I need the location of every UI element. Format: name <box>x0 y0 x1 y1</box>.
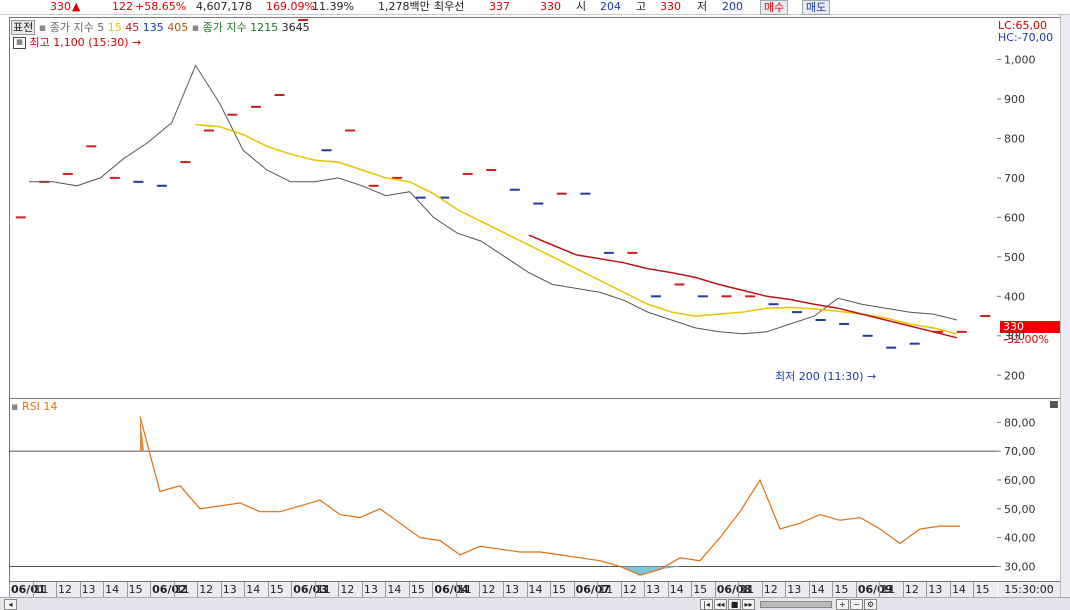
hour-label: 11 <box>34 583 49 596</box>
next-page-icon[interactable]: ▸▸ <box>742 599 755 610</box>
chart-footer: ◂ |◂ ◂◂ ■ ▸▸ + − ⚙ <box>0 597 1070 610</box>
axis-separator <box>314 582 316 597</box>
axis-separator <box>150 582 152 597</box>
hour-label: 15 <box>269 583 284 596</box>
time-axis-current: 15:30:00 <box>998 581 1060 597</box>
rsi-chart-svg: 30,00 40,00 50,00 60,00 70,00 80,00 <box>9 416 1036 576</box>
hour-label: 15 <box>128 583 143 596</box>
hour-label: 14 <box>105 583 120 596</box>
hour-label: 12 <box>58 583 73 596</box>
axis-separator <box>9 582 10 597</box>
prev-page-icon[interactable]: ◂◂ <box>714 599 727 610</box>
vertical-scrollbar[interactable] <box>1060 15 1070 602</box>
axis-separator <box>832 582 834 597</box>
hour-label: 14 <box>669 583 684 596</box>
hour-label: 12 <box>340 583 355 596</box>
hour-label: 12 <box>904 583 919 596</box>
axis-separator <box>714 582 716 597</box>
hour-label: 14 <box>810 583 825 596</box>
axis-separator <box>79 582 81 597</box>
hour-label: 14 <box>246 583 261 596</box>
hour-label: 12 <box>622 583 637 596</box>
rsi-tick-label: 70,00 <box>1004 445 1036 458</box>
axis-separator <box>244 582 246 597</box>
axis-separator <box>667 582 669 597</box>
hour-label: 12 <box>199 583 214 596</box>
hour-label: 13 <box>363 583 378 596</box>
rsi-tick-label: 60,00 <box>1004 474 1036 487</box>
axis-separator <box>761 582 763 597</box>
hour-label: 14 <box>528 583 543 596</box>
hour-label: 15 <box>552 583 567 596</box>
hour-label: 11 <box>881 583 896 596</box>
hour-label: 11 <box>740 583 755 596</box>
axis-separator <box>949 582 951 597</box>
axis-separator <box>267 582 269 597</box>
first-icon[interactable]: |◂ <box>700 599 713 610</box>
axis-separator <box>620 582 622 597</box>
hour-label: 11 <box>599 583 614 596</box>
axis-separator <box>32 582 34 597</box>
axis-separator <box>785 582 787 597</box>
hour-label: 13 <box>222 583 237 596</box>
zoom-out-icon[interactable]: − <box>850 599 863 610</box>
axis-separator <box>526 582 528 597</box>
hour-label: 13 <box>81 583 96 596</box>
rsi-tick-label: 80,00 <box>1004 416 1036 429</box>
rsi-tick-label: 30,00 <box>1004 560 1036 573</box>
hour-label: 11 <box>457 583 472 596</box>
hour-label: 13 <box>646 583 661 596</box>
axis-separator <box>503 582 504 597</box>
axis-separator <box>550 582 552 597</box>
axis-separator <box>902 582 904 597</box>
hour-label: 14 <box>951 583 966 596</box>
axis-separator <box>56 582 58 597</box>
hour-label: 14 <box>387 583 402 596</box>
stop-icon[interactable]: ■ <box>728 599 741 610</box>
axis-separator <box>432 582 434 597</box>
axis-separator <box>644 582 646 597</box>
axis-separator <box>220 582 222 597</box>
hour-label: 11 <box>175 583 190 596</box>
axis-separator <box>808 582 810 597</box>
hour-label: 11 <box>316 583 331 596</box>
scroll-left-icon[interactable]: ◂ <box>4 599 17 610</box>
hour-label: 15 <box>410 583 425 596</box>
axis-separator <box>691 582 693 597</box>
axis-separator <box>408 582 410 597</box>
hour-label: 12 <box>763 583 778 596</box>
hour-label: 15 <box>693 583 708 596</box>
axis-separator <box>385 582 387 597</box>
hour-label: 15 <box>834 583 849 596</box>
axis-separator <box>103 582 105 597</box>
hour-label: 13 <box>928 583 943 596</box>
axis-separator <box>361 582 363 597</box>
rsi-tick-label: 50,00 <box>1004 503 1036 516</box>
axis-separator <box>455 582 457 597</box>
hour-label: 13 <box>505 583 519 596</box>
settings-icon[interactable]: ⚙ <box>864 599 877 610</box>
axis-separator <box>597 582 599 597</box>
axis-separator <box>126 582 128 597</box>
axis-separator <box>173 582 175 597</box>
axis-separator <box>197 582 199 597</box>
axis-separator <box>926 582 928 597</box>
axis-separator <box>573 582 575 597</box>
axis-separator <box>479 582 481 597</box>
hour-label: 13 <box>787 583 802 596</box>
axis-separator <box>291 582 293 597</box>
zoom-in-icon[interactable]: + <box>836 599 849 610</box>
axis-separator <box>338 582 340 597</box>
hour-label: 12 <box>481 583 496 596</box>
hour-label: 15 <box>975 583 990 596</box>
zoom-slider[interactable] <box>760 601 832 608</box>
axis-separator <box>879 582 881 597</box>
axis-separator <box>855 582 857 597</box>
rsi-line <box>139 416 960 576</box>
axis-separator <box>973 582 975 597</box>
axis-separator <box>738 582 740 597</box>
time-axis: 06/01 11 12 13 14 15 06/02 11 12 13 14 15 06/03 11 12 1… <box>9 581 997 597</box>
rsi-tick-label: 40,00 <box>1004 532 1036 545</box>
